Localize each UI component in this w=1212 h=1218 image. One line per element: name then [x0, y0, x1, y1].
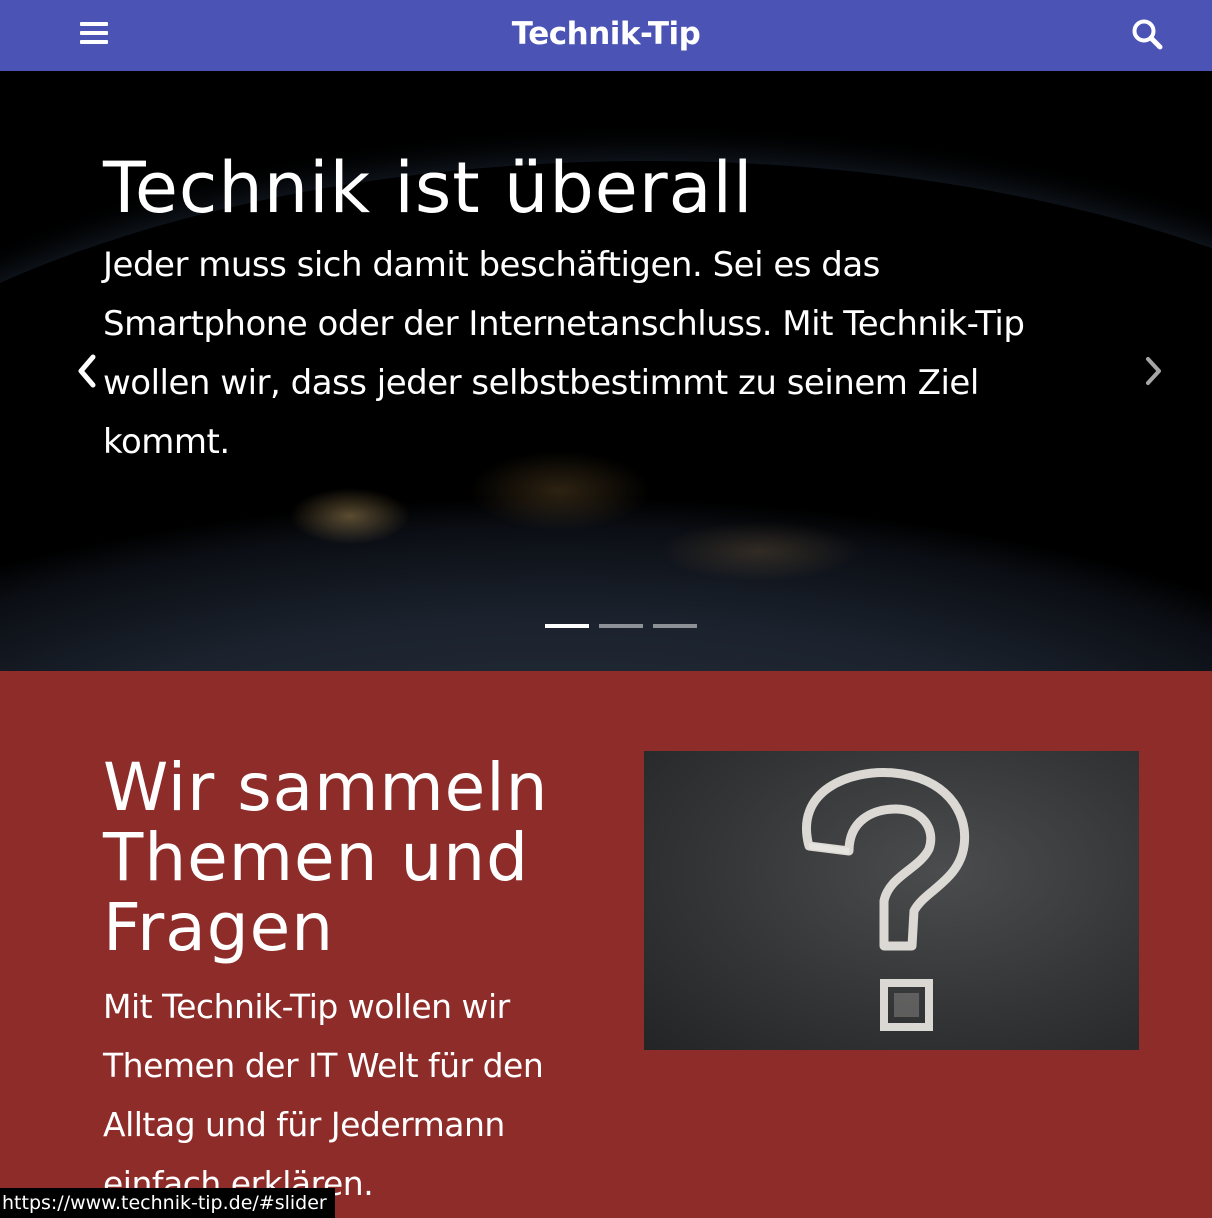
about-section: Wir sammeln Themen und Fragen Mit Techni… — [0, 671, 1212, 1218]
about-text: Mit Technik-Tip wollen wir Themen der IT… — [103, 987, 544, 1203]
slide-text: Jeder muss sich damit beschäftigen. Sei … — [103, 245, 1025, 462]
top-navbar: Technik-Tip — [0, 0, 1212, 71]
hero-slider: Technik ist überall Jeder muss sich dami… — [0, 71, 1212, 671]
about-title: Wir sammeln Themen und Fragen — [103, 749, 549, 966]
slide-indicators — [545, 624, 705, 630]
slide-title: Technik ist überall — [103, 147, 754, 229]
chevron-left-icon[interactable] — [73, 353, 103, 389]
chevron-right-icon[interactable] — [1140, 353, 1170, 389]
search-icon[interactable] — [1130, 17, 1164, 51]
slide-indicator-3[interactable] — [653, 624, 697, 628]
browser-status-url: https://www.technik-tip.de/#slider — [0, 1188, 335, 1218]
slide-indicator-1[interactable] — [545, 624, 589, 628]
site-brand[interactable]: Technik-Tip — [0, 14, 1212, 54]
question-mark-chalkboard-icon — [644, 751, 1139, 1050]
slide-indicator-2[interactable] — [599, 624, 643, 628]
